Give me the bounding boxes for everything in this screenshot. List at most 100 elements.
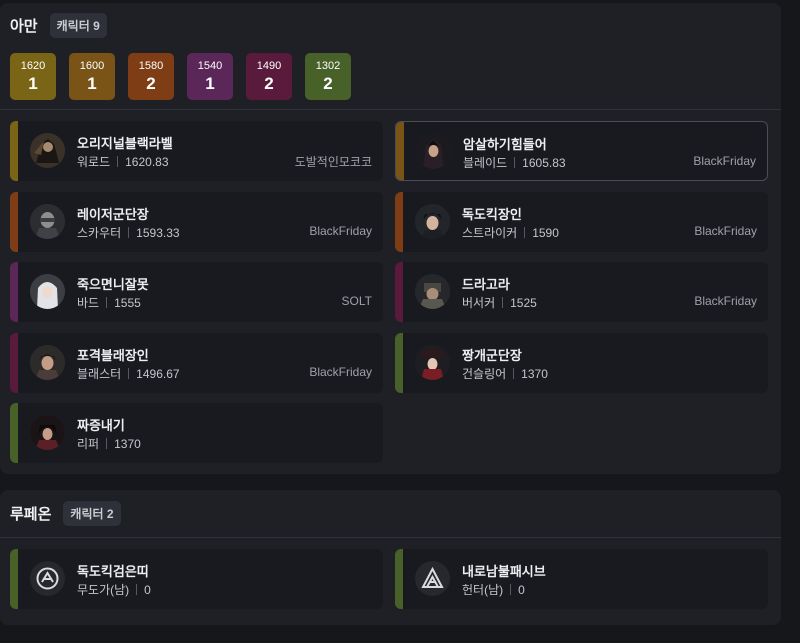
character-level: 1593.33 [136,225,180,240]
character-card[interactable]: 드라고라 버서커 1525 BlackFriday [395,262,768,322]
level-chip[interactable]: 1580 2 [128,53,174,100]
level-color-bar [10,192,18,252]
level-chip[interactable]: 1620 1 [10,53,56,100]
separator [510,584,512,595]
character-card[interactable]: 포격블래장인 블래스터 1496.67 BlackFriday [10,333,383,393]
character-card[interactable]: 암살하기힘들어 블레이드 1605.83 BlackFriday [395,121,768,181]
character-level: 0 [144,582,151,597]
level-chip-count: 1 [28,73,38,93]
level-chip-level: 1490 [256,59,282,72]
gunslinger-portrait [415,345,450,380]
level-chip-level: 1600 [79,59,105,72]
character-card[interactable]: 오리지널블랙라벨 워로드 1620.83 도발적인모코코 [10,121,383,181]
character-name: 암살하기힘들어 [463,137,547,152]
reaper-portrait [30,415,65,450]
level-color-bar [395,333,403,393]
character-class: 헌터(남) [462,583,504,597]
level-color-bar [10,403,18,463]
guild-name: BlackFriday [694,224,757,238]
character-class: 스트라이커 [462,226,518,240]
character-meta: 바드 1555 [77,294,141,311]
level-color-bar [10,121,18,181]
character-name: 드라고라 [462,277,510,292]
character-name: 짜증내기 [77,418,125,433]
level-chip[interactable]: 1490 2 [246,53,292,100]
level-color-bar [395,192,403,252]
character-card[interactable]: 죽으면니잘못 바드 1555 SOLT [10,262,383,322]
character-name: 독도킥장인 [462,207,522,222]
level-chip[interactable]: 1302 2 [305,53,351,100]
character-meta: 무도가(남) 0 [77,581,151,598]
divider [0,537,781,538]
level-chip-count: 2 [323,73,333,93]
character-count-badge: 캐릭터 2 [63,500,121,526]
level-chip[interactable]: 1600 1 [69,53,115,100]
character-level: 1555 [114,295,141,310]
guild-name: SOLT [341,294,372,308]
berserker-portrait [415,274,450,309]
character-class: 워로드 [77,155,111,169]
divider [0,109,781,110]
level-chip-level: 1580 [138,59,164,72]
character-level: 1496.67 [136,366,180,381]
character-name: 짱개군단장 [462,348,522,363]
guild-name: BlackFriday [309,365,372,379]
level-color-bar [10,333,18,393]
character-card[interactable]: 짜증내기 리퍼 1370 [10,403,383,463]
level-color-bar [395,549,403,609]
character-class: 스카우터 [77,226,122,240]
guild-name: BlackFriday [694,294,757,308]
character-class: 바드 [77,296,100,310]
character-name: 오리지널블랙라벨 [77,136,173,151]
character-class: 리퍼 [77,437,100,451]
character-card[interactable]: 독도킥장인 스트라이커 1590 BlackFriday [395,192,768,252]
character-meta: 건슬링어 1370 [462,365,548,382]
character-card[interactable]: 독도킥검은띠 무도가(남) 0 [10,549,383,609]
character-card[interactable]: 레이저군단장 스카우터 1593.33 BlackFriday [10,192,383,252]
character-level: 1525 [510,295,537,310]
separator [128,227,130,238]
separator [514,157,516,168]
separator [136,584,138,595]
guild-name: BlackFriday [309,224,372,238]
bard-portrait [30,274,65,309]
level-chip-level: 1620 [20,59,46,72]
server-name: 루페온 [10,505,52,523]
server-panel-aman: 아만 캐릭터 9 1620 1 1600 1 1580 2 1540 1 149… [0,3,781,474]
level-color-bar [395,262,403,322]
character-level: 1370 [114,436,141,451]
guild-name: 도발적인모코코 [294,155,372,169]
martial-artist-emblem-icon [30,561,65,596]
separator [106,438,108,449]
blaster-portrait [30,345,65,380]
level-chip-count: 2 [264,73,274,93]
server-name: 아만 [10,17,38,35]
character-name: 포격블래장인 [77,348,149,363]
separator [128,368,130,379]
character-name: 독도킥검은띠 [77,564,149,579]
character-class: 무도가(남) [77,583,130,597]
character-level: 1620.83 [125,154,169,169]
character-meta: 블래스터 1496.67 [77,365,180,382]
server-panel-lupeon: 루페온 캐릭터 2 독도킥검은띠 무도가(남) 0 내로남불패시브 헌터(남) 0 [0,490,781,625]
server-header: 루페온 캐릭터 2 [0,490,781,536]
level-chip-level: 1302 [315,59,341,72]
level-chip[interactable]: 1540 1 [187,53,233,100]
character-class: 블래스터 [77,367,122,381]
character-meta: 워로드 1620.83 [77,153,169,170]
item-level-summary: 1620 1 1600 1 1580 2 1540 1 1490 2 1302 … [10,53,351,100]
hunter-emblem-icon [415,561,450,596]
character-card[interactable]: 짱개군단장 건슬링어 1370 [395,333,768,393]
character-card[interactable]: 내로남불패시브 헌터(남) 0 [395,549,768,609]
character-count-badge: 캐릭터 9 [49,12,107,38]
character-level: 1370 [521,366,548,381]
character-class: 건슬링어 [462,367,507,381]
level-color-bar [10,262,18,322]
character-name: 죽으면니잘못 [77,277,149,292]
character-class: 버서커 [462,296,496,310]
character-meta: 헌터(남) 0 [462,581,525,598]
character-meta: 스카우터 1593.33 [77,224,180,241]
character-level: 1590 [532,225,559,240]
separator [117,156,119,167]
character-class: 블레이드 [463,156,508,170]
